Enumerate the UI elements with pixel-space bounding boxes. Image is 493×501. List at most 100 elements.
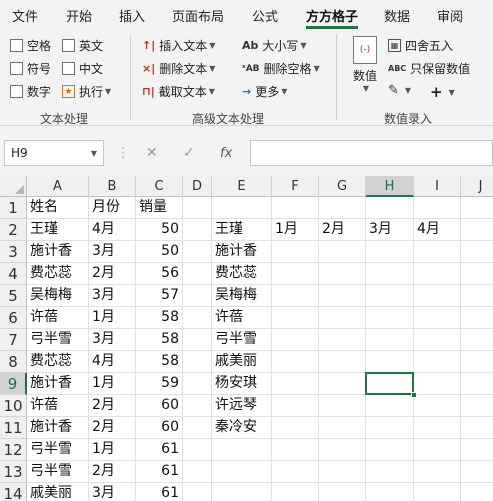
cell-j2[interactable] (461, 219, 493, 241)
cell-b2[interactable]: 4月 (89, 219, 136, 241)
cell-i9[interactable] (414, 373, 461, 395)
cell-h10[interactable] (366, 395, 414, 417)
cell-j13[interactable] (461, 461, 493, 483)
cell-e6[interactable]: 许蓓 (212, 307, 272, 329)
cell-c6[interactable]: 58 (136, 307, 183, 329)
cell-f6[interactable] (272, 307, 319, 329)
cell-b1[interactable]: 月份 (89, 197, 136, 219)
row-header-6[interactable]: 6 (0, 307, 27, 329)
insert-function-icon[interactable]: fx (220, 140, 232, 166)
cell-g7[interactable] (319, 329, 366, 351)
row-header-8[interactable]: 8 (0, 351, 27, 373)
cell-i14[interactable] (414, 483, 461, 501)
cell-c3[interactable]: 50 (136, 241, 183, 263)
row-header-11[interactable]: 11 (0, 417, 27, 439)
cell-j14[interactable] (461, 483, 493, 501)
cell-f10[interactable] (272, 395, 319, 417)
cell-b5[interactable]: 3月 (89, 285, 136, 307)
cell-c9[interactable]: 59 (136, 373, 183, 395)
cell-d8[interactable] (183, 351, 212, 373)
cell-d12[interactable] (183, 439, 212, 461)
cell-h6[interactable] (366, 307, 414, 329)
tab-fangfang-gezi[interactable]: 方方格子 (306, 6, 358, 25)
cell-c2[interactable]: 50 (136, 219, 183, 241)
cell-a13[interactable]: 弓半雪 (27, 461, 89, 483)
cell-j7[interactable] (461, 329, 493, 351)
row-header-14[interactable]: 14 (0, 483, 27, 501)
cell-b13[interactable]: 2月 (89, 461, 136, 483)
cell-f7[interactable] (272, 329, 319, 351)
cell-j11[interactable] (461, 417, 493, 439)
cell-a8[interactable]: 费芯蕊 (27, 351, 89, 373)
cell-d11[interactable] (183, 417, 212, 439)
cell-b10[interactable]: 2月 (89, 395, 136, 417)
cell-h14[interactable] (366, 483, 414, 501)
cell-c13[interactable]: 61 (136, 461, 183, 483)
cell-d6[interactable] (183, 307, 212, 329)
cell-g2[interactable]: 2月 (319, 219, 366, 241)
cell-j8[interactable] (461, 351, 493, 373)
cell-b11[interactable]: 2月 (89, 417, 136, 439)
column-header-c[interactable]: C (136, 176, 183, 197)
cell-g1[interactable] (319, 197, 366, 219)
insert-text-button[interactable]: ↑| 插入文本 ▼ (142, 37, 215, 54)
cell-f14[interactable] (272, 483, 319, 501)
cell-g8[interactable] (319, 351, 366, 373)
cell-h4[interactable] (366, 263, 414, 285)
cell-a11[interactable]: 施计香 (27, 417, 89, 439)
cell-f5[interactable] (272, 285, 319, 307)
cell-i2[interactable]: 4月 (414, 219, 461, 241)
cancel-icon[interactable]: ✕ (146, 140, 158, 166)
column-header-b[interactable]: B (89, 176, 136, 197)
checkbox-symbol[interactable]: 符号 (10, 60, 51, 77)
cell-g4[interactable] (319, 263, 366, 285)
cell-c1[interactable]: 销量 (136, 197, 183, 219)
tab-formulas[interactable]: 公式 (252, 6, 278, 25)
cell-d14[interactable] (183, 483, 212, 501)
tab-home[interactable]: 开始 (66, 6, 92, 25)
row-header-9[interactable]: 9 (0, 373, 27, 395)
cell-i7[interactable] (414, 329, 461, 351)
extract-text-button[interactable]: ⊓| 截取文本 ▼ (142, 83, 215, 100)
cell-j5[interactable] (461, 285, 493, 307)
confirm-icon[interactable]: ✓ (183, 140, 195, 166)
checkbox-box[interactable] (10, 39, 23, 52)
delete-text-button[interactable]: ×| 删除文本 ▼ (142, 60, 215, 77)
cell-i1[interactable] (414, 197, 461, 219)
cell-b7[interactable]: 3月 (89, 329, 136, 351)
tab-insert[interactable]: 插入 (119, 6, 145, 25)
cell-f1[interactable] (272, 197, 319, 219)
column-header-i[interactable]: I (414, 176, 461, 197)
execute-button[interactable]: ★ 执行 ▼ (62, 83, 111, 100)
cell-i4[interactable] (414, 263, 461, 285)
cell-a10[interactable]: 许蓓 (27, 395, 89, 417)
cell-f2[interactable]: 1月 (272, 219, 319, 241)
cell-i5[interactable] (414, 285, 461, 307)
tab-review[interactable]: 审阅 (437, 6, 463, 25)
cell-g3[interactable] (319, 241, 366, 263)
cell-d9[interactable] (183, 373, 212, 395)
cell-j10[interactable] (461, 395, 493, 417)
cell-f3[interactable] (272, 241, 319, 263)
cell-d2[interactable] (183, 219, 212, 241)
column-header-e[interactable]: E (212, 176, 272, 197)
cell-a9[interactable]: 施计香 (27, 373, 89, 395)
cell-e7[interactable]: 弓半雪 (212, 329, 272, 351)
row-header-7[interactable]: 7 (0, 329, 27, 351)
cell-e14[interactable] (212, 483, 272, 501)
cell-i13[interactable] (414, 461, 461, 483)
cell-j1[interactable] (461, 197, 493, 219)
column-header-h[interactable]: H (366, 176, 414, 197)
row-header-13[interactable]: 13 (0, 461, 27, 483)
cell-j4[interactable] (461, 263, 493, 285)
checkbox-box[interactable] (10, 85, 23, 98)
cell-i3[interactable] (414, 241, 461, 263)
checkbox-box[interactable] (62, 62, 75, 75)
cell-j12[interactable] (461, 439, 493, 461)
checkbox-english[interactable]: 英文 (62, 37, 103, 54)
cell-h13[interactable] (366, 461, 414, 483)
cell-f4[interactable] (272, 263, 319, 285)
cell-e8[interactable]: 戚美丽 (212, 351, 272, 373)
cell-h11[interactable] (366, 417, 414, 439)
cell-a12[interactable]: 弓半雪 (27, 439, 89, 461)
